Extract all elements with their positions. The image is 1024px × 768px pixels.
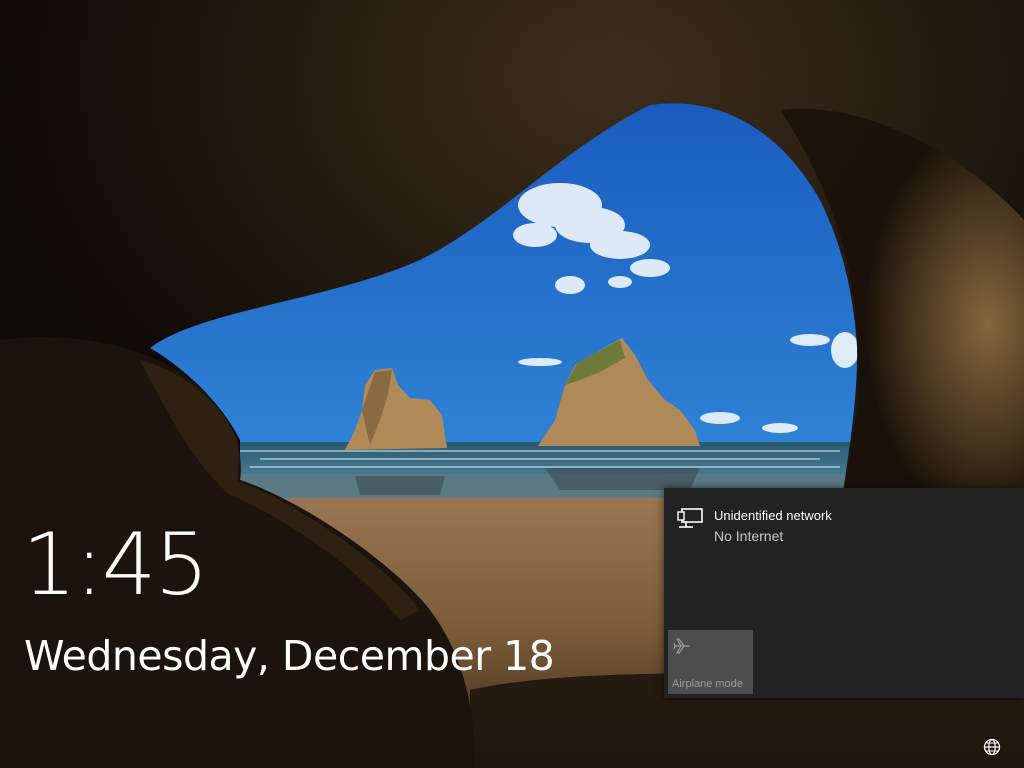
lockscreen-date: Wednesday, December 18 <box>24 632 555 680</box>
network-item[interactable]: Unidentified network No Internet <box>674 502 1014 548</box>
wired-network-icon <box>677 508 703 528</box>
airplane-icon <box>673 638 690 654</box>
airplane-mode-label: Airplane mode <box>672 678 743 690</box>
airplane-mode-toggle[interactable]: Airplane mode <box>668 630 753 694</box>
network-name: Unidentified network <box>714 508 832 523</box>
lockscreen-clock: 1:45 <box>22 515 209 615</box>
globe-network-icon[interactable] <box>982 737 1002 757</box>
network-status: No Internet <box>714 528 784 544</box>
